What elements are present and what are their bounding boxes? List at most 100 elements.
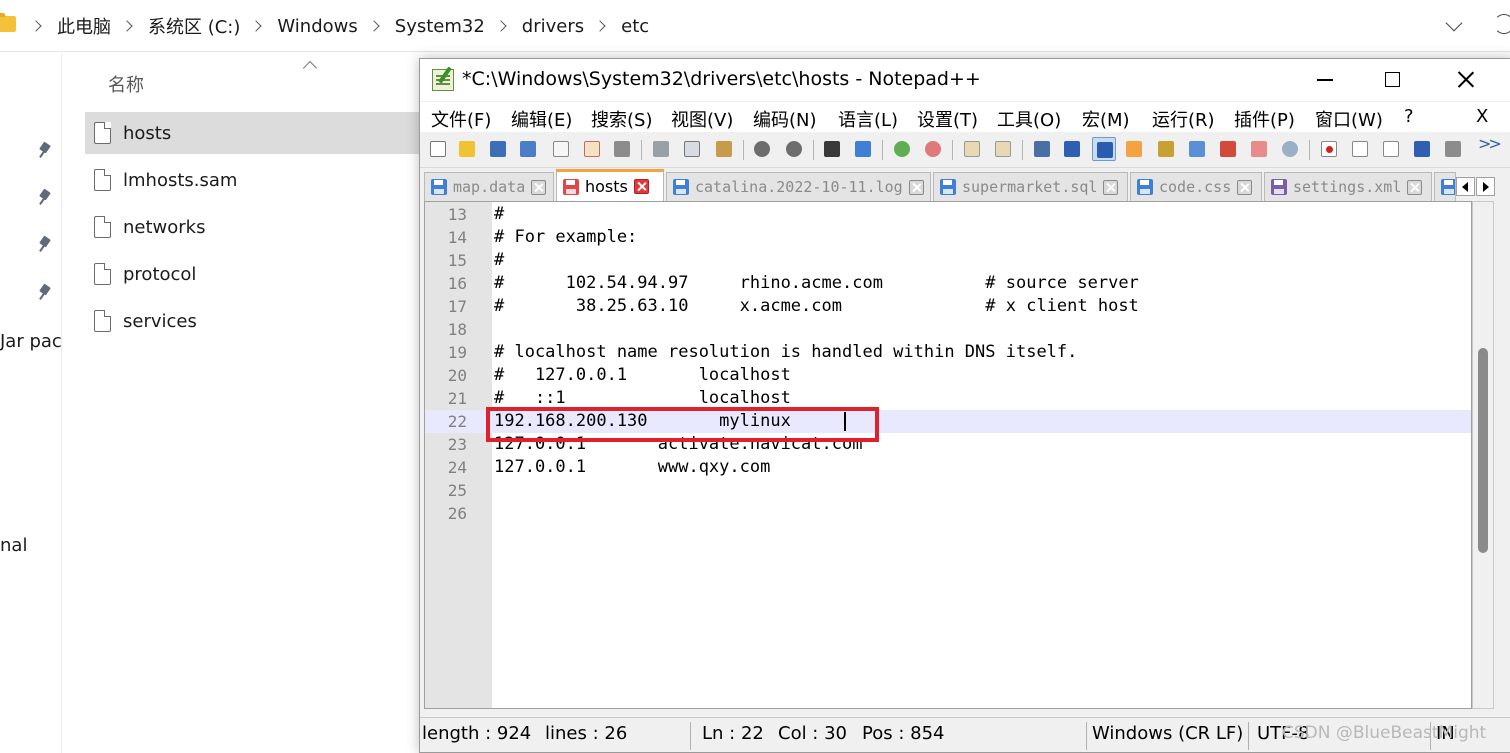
code-line[interactable]: 15 #: [425, 249, 1471, 272]
file-row-services[interactable]: services: [85, 300, 430, 342]
zoom-out-icon[interactable]: [921, 137, 945, 161]
pin-icon[interactable]: [38, 285, 52, 301]
code-line[interactable]: 19 # localhost name resolution is handled…: [425, 341, 1471, 364]
pin-icon[interactable]: [38, 237, 52, 253]
show-all-chars-icon[interactable]: [1060, 137, 1084, 161]
breadcrumb-system32[interactable]: System32: [393, 16, 487, 37]
pin-icon[interactable]: [38, 190, 52, 206]
menu-encoding[interactable]: 编码(N): [753, 106, 817, 132]
tab-scroll-right-icon[interactable]: [1476, 177, 1495, 196]
tab-close-icon[interactable]: [1407, 179, 1423, 195]
redo-icon[interactable]: [782, 137, 806, 161]
save-icon[interactable]: [486, 137, 510, 161]
breadcrumb-etc[interactable]: etc: [619, 16, 651, 37]
print-icon[interactable]: [610, 137, 634, 161]
chevron-down-icon[interactable]: [1445, 14, 1463, 32]
tab-catalina-log[interactable]: catalina.2022-10-11.log: [666, 172, 931, 201]
file-row-networks[interactable]: networks: [85, 206, 430, 248]
save-macro-icon[interactable]: [1441, 137, 1465, 161]
tab-settings-xml[interactable]: settings.xml: [1264, 172, 1432, 201]
breadcrumb-drivers[interactable]: drivers: [520, 16, 586, 37]
address-bar[interactable]: 此电脑 系统区 (C:) Windows System32 drivers et…: [0, 0, 1510, 52]
tab-close-icon[interactable]: [1237, 179, 1253, 195]
menu-help[interactable]: ?: [1404, 106, 1414, 127]
menu-run[interactable]: 运行(R): [1152, 106, 1215, 132]
close-document-icon[interactable]: X: [1476, 106, 1488, 127]
open-file-icon[interactable]: [455, 137, 479, 161]
menu-settings[interactable]: 设置(T): [917, 106, 978, 132]
code-line[interactable]: 14 # For example:: [425, 226, 1471, 249]
menu-tools[interactable]: 工具(O): [997, 106, 1061, 132]
sync-vertical-icon[interactable]: [960, 137, 984, 161]
new-file-icon[interactable]: [426, 137, 450, 161]
tab-close-icon[interactable]: [531, 179, 547, 195]
code-line[interactable]: 24 127.0.0.1 www.qxy.com: [425, 456, 1471, 479]
word-wrap-icon[interactable]: [1030, 137, 1054, 161]
undo-icon[interactable]: [750, 137, 774, 161]
find-icon[interactable]: [820, 137, 844, 161]
paste-icon[interactable]: [712, 137, 736, 161]
menu-macro[interactable]: 宏(M): [1082, 106, 1130, 132]
tab-scroll-left-icon[interactable]: [1456, 177, 1475, 196]
close-file-icon[interactable]: [549, 137, 573, 161]
minimize-icon[interactable]: [1317, 79, 1333, 81]
pin-icon[interactable]: [38, 143, 52, 159]
close-all-icon[interactable]: [580, 137, 604, 161]
vertical-scrollbar[interactable]: [1472, 201, 1494, 709]
save-all-icon[interactable]: [516, 137, 540, 161]
run-macro-multiple-icon[interactable]: [1410, 137, 1434, 161]
doc-list-icon[interactable]: [1185, 137, 1209, 161]
stop-macro-icon[interactable]: [1348, 137, 1372, 161]
nav-item-nal[interactable]: nal: [0, 535, 27, 556]
code-line[interactable]: 16 # 102.54.94.97 rhino.acme.com # source…: [425, 272, 1471, 295]
breadcrumb-c-drive[interactable]: 系统区 (C:): [146, 13, 242, 39]
tab-close-icon[interactable]: [633, 179, 649, 194]
menu-search[interactable]: 搜索(S): [591, 106, 652, 132]
menu-view[interactable]: 视图(V): [671, 106, 733, 132]
tab-supermarket-sql[interactable]: supermarket.sql: [933, 172, 1128, 201]
replace-icon[interactable]: [851, 137, 875, 161]
monitoring-icon[interactable]: [1278, 137, 1302, 161]
menu-file[interactable]: 文件(F): [431, 106, 491, 132]
copy-icon[interactable]: [680, 137, 704, 161]
maximize-icon[interactable]: [1385, 72, 1400, 87]
doc-map-icon[interactable]: [1154, 137, 1178, 161]
file-row-protocol[interactable]: protocol: [85, 253, 430, 295]
file-row-lmhosts[interactable]: lmhosts.sam: [85, 159, 430, 201]
tab-close-icon[interactable]: [1103, 179, 1119, 195]
code-line[interactable]: 20 # 127.0.0.1 localhost: [425, 364, 1471, 387]
indent-guide-icon[interactable]: [1092, 137, 1116, 161]
code-line[interactable]: 13 #: [425, 203, 1471, 226]
editor-area[interactable]: 13 # 14 # For example: 15 # 16 # 102.54.94.9…: [424, 201, 1472, 709]
tab-hosts[interactable]: hosts: [556, 169, 664, 201]
menu-edit[interactable]: 编辑(E): [511, 106, 572, 132]
tab-code-css[interactable]: code.css: [1130, 172, 1262, 201]
breadcrumb-windows[interactable]: Windows: [275, 16, 359, 37]
status-eol[interactable]: Windows (CR LF): [1092, 723, 1243, 744]
title-bar[interactable]: *C:\Windows\System32\drivers\etc\hosts -…: [420, 59, 1510, 101]
toolbar-overflow-icon[interactable]: >>: [1478, 134, 1502, 153]
record-macro-icon[interactable]: [1317, 137, 1341, 161]
tab-overflow[interactable]: [1434, 172, 1456, 201]
code-line[interactable]: 26: [425, 502, 1471, 525]
menu-window[interactable]: 窗口(W): [1315, 106, 1383, 132]
code-line[interactable]: 17 # 38.25.63.10 x.acme.com # x client ho…: [425, 295, 1471, 318]
function-list-icon[interactable]: [1216, 137, 1240, 161]
scrollbar-thumb[interactable]: [1478, 348, 1488, 553]
sync-horizontal-icon[interactable]: [991, 137, 1015, 161]
refresh-icon[interactable]: [1494, 14, 1510, 34]
play-macro-icon[interactable]: [1379, 137, 1403, 161]
tab-map-data[interactable]: map.data: [424, 172, 554, 201]
breadcrumb-this-pc[interactable]: 此电脑: [55, 13, 113, 39]
nav-item-jar[interactable]: Jar pac: [0, 331, 61, 352]
menu-plugins[interactable]: 插件(P): [1234, 106, 1295, 132]
cut-icon[interactable]: [649, 137, 673, 161]
udl-icon[interactable]: [1122, 137, 1146, 161]
folder-workspace-icon[interactable]: [1247, 137, 1271, 161]
tab-close-icon[interactable]: [908, 179, 924, 195]
code-line[interactable]: 18: [425, 318, 1471, 341]
file-row-hosts[interactable]: hosts: [85, 112, 430, 154]
zoom-in-icon[interactable]: [890, 137, 914, 161]
column-header-name[interactable]: 名称: [108, 71, 144, 97]
close-icon[interactable]: [1454, 67, 1478, 91]
